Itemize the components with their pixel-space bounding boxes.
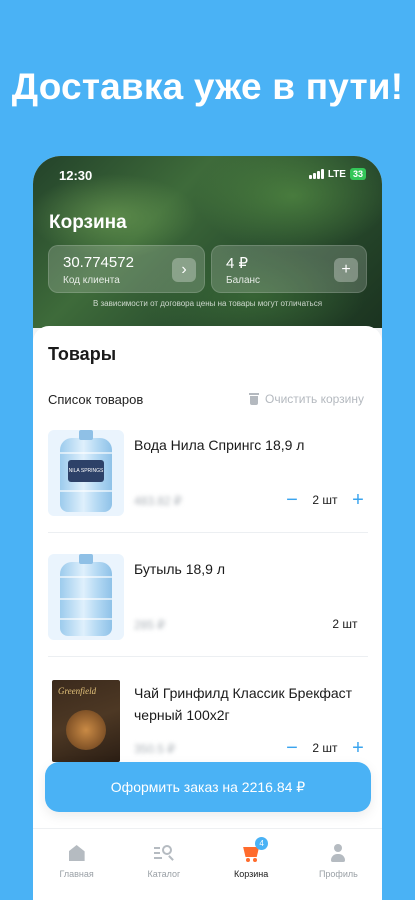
status-indicators: LTE 33 (308, 168, 366, 180)
tab-bar: Главная Каталог 4 Корзина Профиль (33, 828, 382, 900)
chevron-right-icon[interactable]: › (172, 258, 196, 282)
product-price: 483.82 ₽ (134, 494, 182, 508)
list-title: Список товаров (48, 392, 144, 407)
tab-cart[interactable]: 4 Корзина (208, 829, 295, 900)
checkout-button[interactable]: Оформить заказ на 2216.84 ₽ (45, 762, 371, 812)
tea-box-image: Greenfield (52, 680, 120, 762)
signal-icon (308, 169, 324, 179)
price-note: В зависимости от договора цены на товары… (92, 299, 323, 308)
plus-icon[interactable]: + (348, 738, 368, 758)
cart-content: Товары Список товаров Очистить корзину N… (33, 326, 382, 900)
product-name: Чай Гринфилд Классик Брекфаст черный 100… (134, 685, 353, 723)
tab-label: Каталог (147, 869, 181, 879)
profile-icon (328, 843, 348, 863)
product-image: Greenfield (48, 678, 124, 764)
clear-cart-label: Очистить корзину (265, 392, 364, 406)
cart-item[interactable]: NILA SPRINGS Вода Нила Спрингс 18,9 л 48… (48, 430, 368, 542)
status-time: 12:30 (59, 168, 93, 183)
quantity-value: 2 шт (332, 617, 358, 631)
quantity-display: 2 шт (322, 614, 368, 634)
product-image: NILA SPRINGS (48, 430, 124, 516)
tab-label: Корзина (233, 869, 269, 879)
promo-title: Доставка уже в пути! (11, 66, 404, 107)
product-name: Бутыль 18,9 л (134, 561, 226, 577)
balance-value: 4 ₽ (226, 255, 249, 272)
cart-count-badge: 4 (255, 837, 269, 850)
divider (48, 656, 368, 657)
tab-label: Профиль (318, 869, 358, 879)
product-name: Вода Нила Спрингс 18,9 л (134, 437, 305, 453)
tea-cup-image (66, 710, 106, 750)
divider (48, 532, 368, 533)
tab-home[interactable]: Главная (33, 829, 120, 900)
plus-icon[interactable]: + (334, 258, 358, 282)
tab-label: Главная (59, 869, 94, 879)
minus-icon[interactable]: − (282, 490, 302, 510)
product-price: 350.5 ₽ (134, 742, 175, 756)
bottle-label: NILA SPRINGS (68, 460, 104, 482)
tab-catalog[interactable]: Каталог (120, 829, 207, 900)
product-price: 285 ₽ (134, 618, 165, 632)
cart-header: 12:30 LTE 33 Корзина 30.774572 Код клиен… (33, 156, 382, 328)
plus-icon[interactable]: + (348, 490, 368, 510)
trash-icon (249, 393, 259, 405)
product-image (48, 554, 124, 640)
balance-card[interactable]: 4 ₽ Баланс + (211, 245, 367, 293)
home-icon (67, 843, 87, 863)
quantity-stepper: − 2 шт + (282, 490, 368, 510)
network-label: LTE (327, 168, 346, 180)
minus-icon[interactable]: − (282, 738, 302, 758)
section-title: Товары (48, 344, 117, 364)
tea-brand: Greenfield (58, 686, 97, 696)
quantity-value: 2 шт (312, 741, 338, 755)
phone-screen: 12:30 LTE 33 Корзина 30.774572 Код клиен… (33, 156, 382, 900)
catalog-icon (153, 843, 174, 863)
cart-item[interactable]: Бутыль 18,9 л 285 ₽ 2 шт (48, 554, 368, 666)
battery-icon: 33 (349, 168, 366, 180)
page-title: Корзина (49, 212, 127, 233)
water-bottle-image: NILA SPRINGS (60, 430, 112, 512)
quantity-stepper: − 2 шт + (282, 738, 368, 758)
balance-label: Баланс (226, 275, 261, 286)
empty-bottle-image (60, 554, 112, 636)
status-bar: 12:30 LTE 33 (33, 168, 382, 184)
quantity-value: 2 шт (312, 493, 338, 507)
client-code-label: Код клиента (63, 275, 120, 286)
client-code-value: 30.774572 (63, 254, 134, 271)
cart-icon: 4 (241, 837, 269, 863)
client-code-card[interactable]: 30.774572 Код клиента › (48, 245, 205, 293)
clear-cart-button[interactable]: Очистить корзину (249, 392, 364, 406)
tab-profile[interactable]: Профиль (295, 829, 382, 900)
